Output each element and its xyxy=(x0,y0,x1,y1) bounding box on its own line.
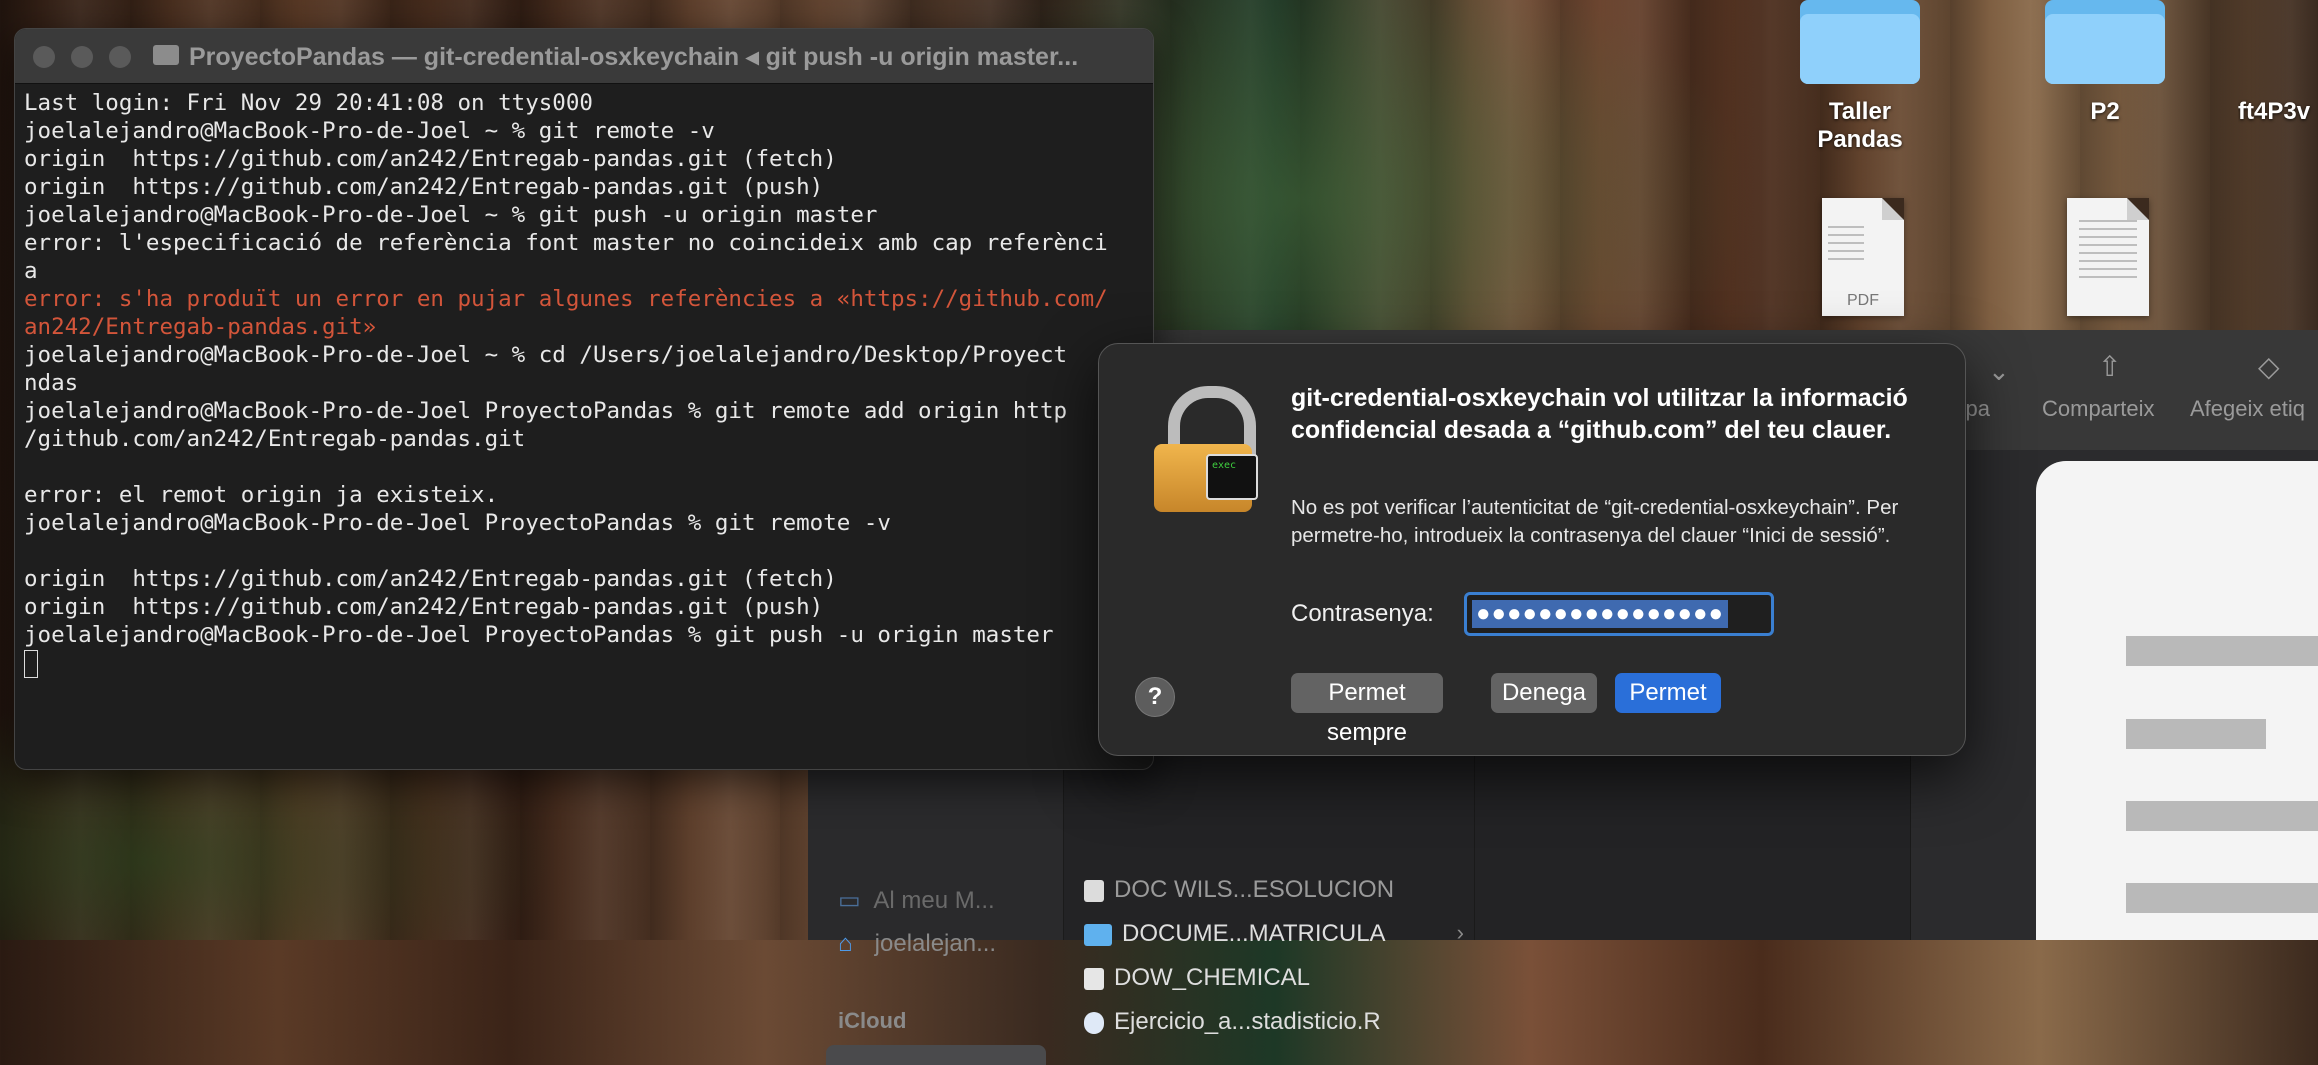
sidebar-item-label: Al meu M... xyxy=(873,887,995,914)
terminal-line: error: el remot origin ja existeix. xyxy=(24,482,499,508)
terminal-cursor-line xyxy=(24,649,1153,678)
help-button[interactable]: ? xyxy=(1135,677,1175,717)
preview-line xyxy=(2126,719,2266,749)
sidebar-item-my-mac[interactable]: ▭ Al meu M... xyxy=(838,886,995,915)
sidebar-item-label: joelalejan... xyxy=(874,930,997,957)
desktop-item-label: P2 xyxy=(2090,98,2120,125)
desktop-folder-ft4p3v[interactable]: ft4P3v xyxy=(2238,98,2318,126)
zoom-button[interactable] xyxy=(109,46,131,68)
desktop-item-label: ft4P3v xyxy=(2238,98,2311,125)
terminal-line: origin https://github.com/an242/Entregab… xyxy=(24,174,824,200)
folder-icon xyxy=(1084,923,1112,946)
terminal-line: joelalejandro@MacBook-Pro-de-Joel Proyec… xyxy=(24,398,1068,424)
preview-line xyxy=(2126,801,2318,831)
allow-button[interactable]: Permet xyxy=(1615,673,1721,713)
terminal-titlebar[interactable]: ProyectoPandas — git-credential-osxkeych… xyxy=(15,29,1153,84)
share-button-label[interactable]: Comparteix xyxy=(2042,396,2154,422)
close-button[interactable] xyxy=(33,46,55,68)
keychain-access-dialog[interactable]: exec git-credential-osxkeychain vol util… xyxy=(1098,343,1966,756)
list-item[interactable]: DOCUME...MATRICULA › xyxy=(1084,920,1464,948)
preview-line xyxy=(2126,636,2318,666)
terminal-line: origin https://github.com/an242/Entregab… xyxy=(24,566,837,592)
desktop-document-file[interactable] xyxy=(2063,198,2153,316)
folder-icon xyxy=(2045,0,2165,84)
password-field[interactable]: ●●●●●●●●●●●●●●●● xyxy=(1464,592,1774,636)
share-icon[interactable]: ⇧ xyxy=(2098,350,2121,383)
terminal-line: joelalejandro@MacBook-Pro-de-Joel ~ % gi… xyxy=(24,118,715,144)
list-item[interactable]: DOW_CHEMICAL xyxy=(1084,964,1310,992)
minimize-button[interactable] xyxy=(71,46,93,68)
document-icon xyxy=(1084,879,1104,902)
tag-icon[interactable]: ◇ xyxy=(2258,350,2280,383)
terminal-output[interactable]: Last login: Fri Nov 29 20:41:08 on ttys0… xyxy=(24,89,1153,678)
tags-button-label[interactable]: Afegeix etiq xyxy=(2190,396,2305,422)
sidebar-selection xyxy=(826,1045,1046,1065)
folder-icon xyxy=(153,45,179,65)
document-icon xyxy=(1084,967,1104,990)
list-item-label: DOW_CHEMICAL xyxy=(1114,964,1311,991)
always-allow-button[interactable]: Permet sempre xyxy=(1291,673,1443,746)
document-icon xyxy=(2067,198,2149,316)
terminal-line: error: s'ha produït un error en pujar al… xyxy=(24,286,1108,312)
chevron-right-icon: › xyxy=(1456,920,1464,945)
terminal-line: /github.com/an242/Entregab-pandas.git xyxy=(24,426,526,452)
preview-line xyxy=(2126,883,2318,913)
dialog-message: No es pot verificar l’autenticitat de “g… xyxy=(1291,496,1899,547)
terminal-line: Last login: Fri Nov 29 20:41:08 on ttys0… xyxy=(24,90,593,116)
laptop-icon: ▭ xyxy=(838,887,861,914)
text-cursor xyxy=(24,649,38,678)
document-preview xyxy=(2036,461,2318,940)
exec-badge: exec xyxy=(1206,454,1258,500)
desktop-item-label: Taller Pandas xyxy=(1817,98,1903,153)
home-icon: ⌂ xyxy=(838,930,853,957)
terminal-line: joelalejandro@MacBook-Pro-de-Joel ~ % cd… xyxy=(24,342,1068,368)
terminal-line: a xyxy=(24,258,38,284)
dialog-title: git-credential-osxkeychain vol utilitzar… xyxy=(1291,384,1908,444)
deny-button[interactable]: Denega xyxy=(1491,673,1597,713)
terminal-line: error: l'especificació de referència fon… xyxy=(24,230,1108,256)
folder-icon xyxy=(1800,0,1920,84)
desktop-pdf-file[interactable]: PDF xyxy=(1818,198,1908,316)
terminal-line: joelalejandro@MacBook-Pro-de-Joel Proyec… xyxy=(24,510,891,536)
terminal-line: an242/Entregab-pandas.git» xyxy=(24,314,377,340)
terminal-line: joelalejandro@MacBook-Pro-de-Joel ~ % gi… xyxy=(24,202,878,228)
list-item[interactable]: DOC WILS...ESOLUCION xyxy=(1084,876,1394,904)
password-label: Contrasenya: xyxy=(1291,600,1434,627)
lock-icon: exec xyxy=(1154,386,1258,512)
terminal-title: ProyectoPandas — git-credential-osxkeych… xyxy=(189,43,1079,71)
list-item-label: Ejercicio_a...stadisticio.R xyxy=(1114,1008,1381,1035)
chevron-down-icon[interactable]: ⌄ xyxy=(1988,356,2010,387)
pdf-icon: PDF xyxy=(1822,198,1904,316)
terminal-line: origin https://github.com/an242/Entregab… xyxy=(24,146,837,172)
terminal-line: origin https://github.com/an242/Entregab… xyxy=(24,594,824,620)
sidebar-item-home[interactable]: ⌂ joelalejan... xyxy=(838,930,996,958)
r-file-icon xyxy=(1084,1011,1104,1034)
desktop-folder-p2[interactable]: P2 xyxy=(2035,0,2175,126)
pdf-tag: PDF xyxy=(1847,292,1879,309)
list-item[interactable]: Ejercicio_a...stadisticio.R xyxy=(1084,1008,1381,1036)
terminal-line: joelalejandro@MacBook-Pro-de-Joel Proyec… xyxy=(24,622,1054,648)
list-item-label: DOCUME...MATRICULA xyxy=(1122,920,1386,947)
sidebar-heading-icloud: iCloud xyxy=(838,1008,907,1033)
password-value: ●●●●●●●●●●●●●●●● xyxy=(1472,600,1728,628)
terminal-window[interactable]: ProyectoPandas — git-credential-osxkeych… xyxy=(14,28,1154,770)
list-item-label: DOC WILS...ESOLUCION xyxy=(1114,876,1395,903)
desktop-folder-taller-pandas[interactable]: Taller Pandas xyxy=(1790,0,1930,154)
terminal-line: ndas xyxy=(24,370,79,396)
